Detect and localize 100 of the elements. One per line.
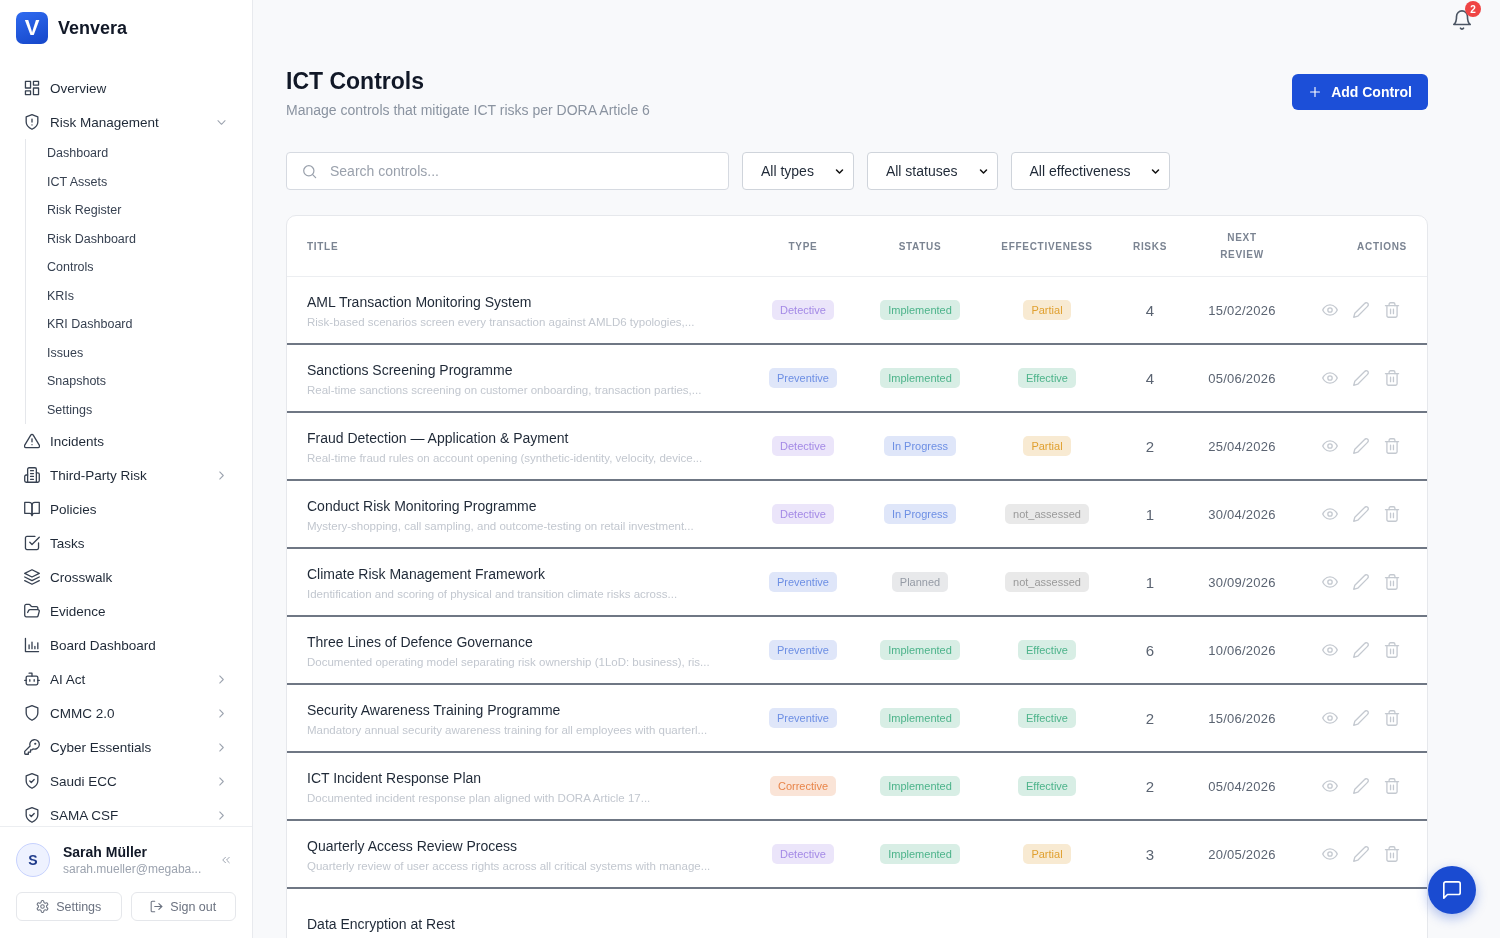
nav-subitem[interactable]: KRIs — [26, 281, 239, 310]
add-control-button[interactable]: Add Control — [1292, 74, 1428, 110]
delete-button[interactable] — [1384, 302, 1400, 318]
delete-button[interactable] — [1384, 642, 1400, 658]
nav-subitem[interactable]: Controls — [26, 253, 239, 282]
delete-button[interactable] — [1384, 506, 1400, 522]
delete-button[interactable] — [1384, 574, 1400, 590]
nav-subitem[interactable]: Risk Dashboard — [26, 224, 239, 253]
nav-item[interactable]: Evidence — [13, 594, 239, 628]
nav-subitem[interactable]: Risk Register — [26, 196, 239, 225]
risk-count: 1 — [1145, 573, 1155, 591]
effectiveness-badge: Partial — [1023, 436, 1071, 456]
nav-item[interactable]: Cyber Essentials — [13, 730, 239, 764]
view-button[interactable] — [1322, 506, 1338, 522]
nav-item[interactable]: Saudi ECC — [13, 764, 239, 798]
view-button[interactable] — [1322, 574, 1338, 590]
view-button[interactable] — [1322, 778, 1338, 794]
edit-button[interactable] — [1353, 574, 1369, 590]
status-badge: In Progress — [883, 436, 957, 456]
collapse-sidebar-button[interactable] — [220, 854, 232, 866]
nav-subitem[interactable]: Settings — [26, 395, 239, 424]
control-description: Quarterly review of user access rights across all critical systems with manage... — [307, 859, 711, 874]
eye-icon — [1322, 506, 1338, 522]
nav-item[interactable]: Crosswalk — [13, 560, 239, 594]
view-button[interactable] — [1322, 710, 1338, 726]
nav-item[interactable]: Board Dashboard — [13, 628, 239, 662]
edit-button[interactable] — [1353, 302, 1369, 318]
filter-dropdown[interactable]: All types — [742, 152, 854, 190]
view-button[interactable] — [1322, 642, 1338, 658]
type-badge: Detective — [772, 504, 834, 524]
nav-item[interactable]: Risk Management — [13, 105, 239, 139]
nav-item[interactable]: SAMA CSF — [13, 798, 239, 826]
page-subtitle: Manage controls that mitigate ICT risks per DORA Article 6 — [286, 101, 650, 119]
chat-bubble-icon — [1442, 880, 1462, 900]
view-button[interactable] — [1322, 846, 1338, 862]
delete-button[interactable] — [1384, 438, 1400, 454]
page-title: ICT Controls — [286, 67, 424, 95]
control-description: Real-time fraud rules on account opening (synthetic-identity, velocity, device... — [307, 451, 703, 466]
nav-subitem[interactable]: Dashboard — [26, 139, 239, 168]
control-description: Mystery-shopping, call sampling, and outcome-testing on retail investment... — [307, 519, 694, 534]
type-badge: Corrective — [769, 776, 837, 796]
nav-item[interactable]: Overview — [13, 71, 239, 105]
trash-icon — [1384, 574, 1400, 590]
control-title: Sanctions Screening Programme — [307, 362, 513, 379]
nav-item[interactable]: CMMC 2.0 — [13, 696, 239, 730]
building-icon — [24, 467, 40, 483]
delete-button[interactable] — [1384, 778, 1400, 794]
review-date: 05/04/2026 — [1208, 778, 1276, 794]
sign-out-button[interactable]: Sign out — [130, 892, 236, 921]
delete-button[interactable] — [1384, 710, 1400, 726]
nav-subitem[interactable]: Issues — [26, 338, 239, 367]
nav-subitem[interactable]: KRI Dashboard — [26, 310, 239, 339]
search-field[interactable]: Search controls... — [286, 152, 729, 190]
control-description: Mandatory annual security awareness training for all employees with quarterl... — [307, 723, 708, 738]
nav-item[interactable]: Incidents — [13, 424, 239, 458]
edit-button[interactable] — [1353, 438, 1369, 454]
edit-button[interactable] — [1353, 778, 1369, 794]
eye-icon — [1322, 370, 1338, 386]
control-title: Climate Risk Management Framework — [307, 566, 546, 583]
control-title: Data Encryption at Rest — [307, 915, 455, 933]
nav-item[interactable]: Third-Party Risk — [13, 458, 239, 492]
risk-count: 4 — [1145, 301, 1155, 319]
status-badge: Planned — [891, 572, 949, 592]
nav-item[interactable]: Tasks — [13, 526, 239, 560]
nav-item[interactable]: Policies — [13, 492, 239, 526]
status-badge: Implemented — [880, 776, 960, 796]
view-button[interactable] — [1322, 438, 1338, 454]
edit-button[interactable] — [1353, 506, 1369, 522]
notifications-button[interactable] — [1452, 10, 1472, 30]
nav-item[interactable]: AI Act — [13, 662, 239, 696]
delete-button[interactable] — [1384, 846, 1400, 862]
trash-icon — [1384, 438, 1400, 454]
delete-button[interactable] — [1384, 370, 1400, 386]
bar-chart-icon — [24, 637, 40, 653]
status-header: STATUS — [897, 239, 943, 254]
pencil-icon — [1353, 574, 1369, 590]
status-badge: Implemented — [880, 844, 960, 864]
effectiveness-header: EFFECTIVENESS — [1000, 239, 1094, 254]
view-button[interactable] — [1322, 370, 1338, 386]
edit-button[interactable] — [1353, 710, 1369, 726]
edit-button[interactable] — [1353, 370, 1369, 386]
checkbox-icon — [24, 535, 40, 551]
risk-count: 2 — [1145, 709, 1155, 727]
trash-icon — [1384, 370, 1400, 386]
nav-subitem[interactable]: ICT Assets — [26, 167, 239, 196]
nav-subitem[interactable]: Snapshots — [26, 367, 239, 396]
edit-button[interactable] — [1353, 642, 1369, 658]
control-title: AML Transaction Monitoring System — [307, 294, 532, 311]
chat-button[interactable] — [1428, 866, 1476, 914]
edit-button[interactable] — [1353, 846, 1369, 862]
brand-name: Venvera — [58, 17, 128, 39]
settings-button[interactable]: Settings — [16, 892, 122, 921]
filter-dropdown[interactable]: All effectiveness — [1010, 152, 1171, 190]
view-button[interactable] — [1322, 302, 1338, 318]
pencil-icon — [1353, 778, 1369, 794]
filter-dropdown[interactable]: All statuses — [866, 152, 998, 190]
pencil-icon — [1353, 846, 1369, 862]
notification-count-badge: 2 — [1465, 1, 1481, 17]
type-badge: Detective — [772, 300, 834, 320]
shield-icon — [24, 705, 40, 721]
